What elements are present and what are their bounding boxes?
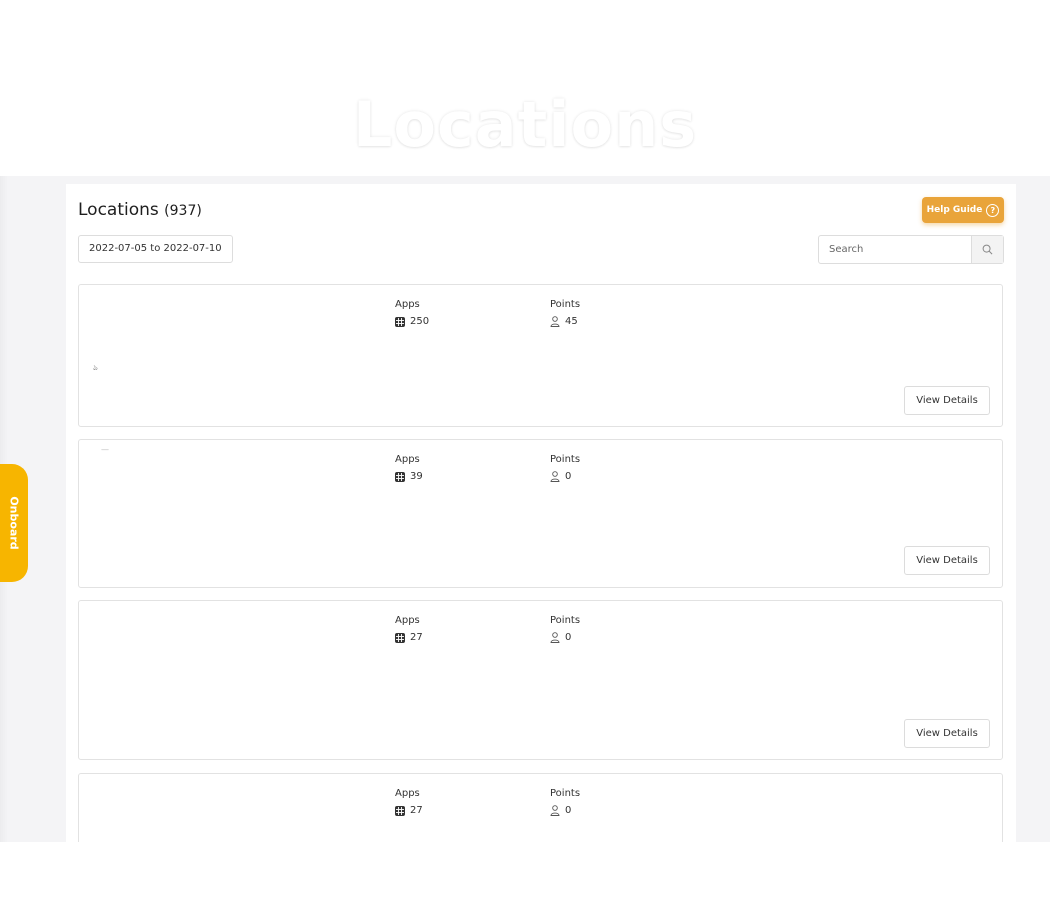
grid-icon <box>395 632 405 643</box>
points-value: 0 <box>565 471 572 482</box>
search-button[interactable] <box>971 236 1003 263</box>
apps-value: 27 <box>410 632 423 643</box>
view-details-button[interactable]: View Details <box>904 546 990 575</box>
points-stat: Points 0 <box>550 615 580 643</box>
points-value: 45 <box>565 316 578 327</box>
page-title-text: Locations <box>78 200 159 220</box>
page-title: Locations (937) <box>78 200 202 220</box>
user-icon <box>550 316 560 327</box>
points-label: Points <box>550 299 581 310</box>
onboard-label: Onboard <box>7 496 21 550</box>
view-details-button[interactable]: View Details <box>904 719 990 748</box>
apps-stat: Apps 27 <box>395 788 423 816</box>
apps-label: Apps <box>395 299 420 310</box>
location-card: Apps 27 Points <box>78 773 1003 842</box>
points-stat: Points 0 <box>550 454 580 482</box>
search-icon <box>982 244 993 255</box>
search-box <box>818 235 1004 264</box>
location-card: Apps 39 Points 0 — View Details <box>78 439 1003 588</box>
onboard-tab[interactable]: Onboard <box>0 464 28 582</box>
points-label: Points <box>550 454 581 465</box>
apps-stat: Apps 250 <box>395 299 429 327</box>
points-stat: Points 45 <box>550 299 580 327</box>
location-count: (937) <box>164 203 202 219</box>
points-label: Points <box>550 615 581 626</box>
view-details-button[interactable]: View Details <box>904 386 990 415</box>
grid-icon <box>395 805 405 816</box>
grid-icon <box>395 316 405 327</box>
hero-title: Locations <box>352 88 698 161</box>
location-card: Apps 27 Points <box>78 600 1003 760</box>
user-icon <box>550 632 560 643</box>
date-range-input[interactable]: 2022-07-05 to 2022-07-10 <box>78 235 233 263</box>
points-value: 0 <box>565 632 572 643</box>
points-value: 0 <box>565 805 572 816</box>
content-area: Locations (937) Help Guide ? 2022-07-05 … <box>0 176 1050 842</box>
apps-label: Apps <box>395 615 420 626</box>
locations-panel: Locations (937) Help Guide ? 2022-07-05 … <box>66 184 1016 842</box>
location-thumbnail: ঌ <box>93 363 98 372</box>
location-card: Apps 250 Points 45 ঌ View Details <box>78 284 1003 427</box>
apps-stat: Apps 39 <box>395 454 423 482</box>
apps-value: 27 <box>410 805 423 816</box>
user-icon <box>550 471 560 482</box>
help-guide-label: Help Guide <box>926 205 983 215</box>
question-icon: ? <box>986 203 1000 217</box>
help-guide-button[interactable]: Help Guide ? <box>922 197 1004 223</box>
apps-label: Apps <box>395 788 420 799</box>
grid-icon <box>395 471 405 482</box>
search-input[interactable] <box>819 236 971 263</box>
apps-stat: Apps 27 <box>395 615 423 643</box>
points-stat: Points 0 <box>550 788 580 816</box>
points-label: Points <box>550 788 581 799</box>
location-thumbnail: — <box>101 445 109 454</box>
apps-value: 39 <box>410 471 423 482</box>
user-icon <box>550 805 560 816</box>
apps-label: Apps <box>395 454 420 465</box>
apps-value: 250 <box>410 316 430 327</box>
